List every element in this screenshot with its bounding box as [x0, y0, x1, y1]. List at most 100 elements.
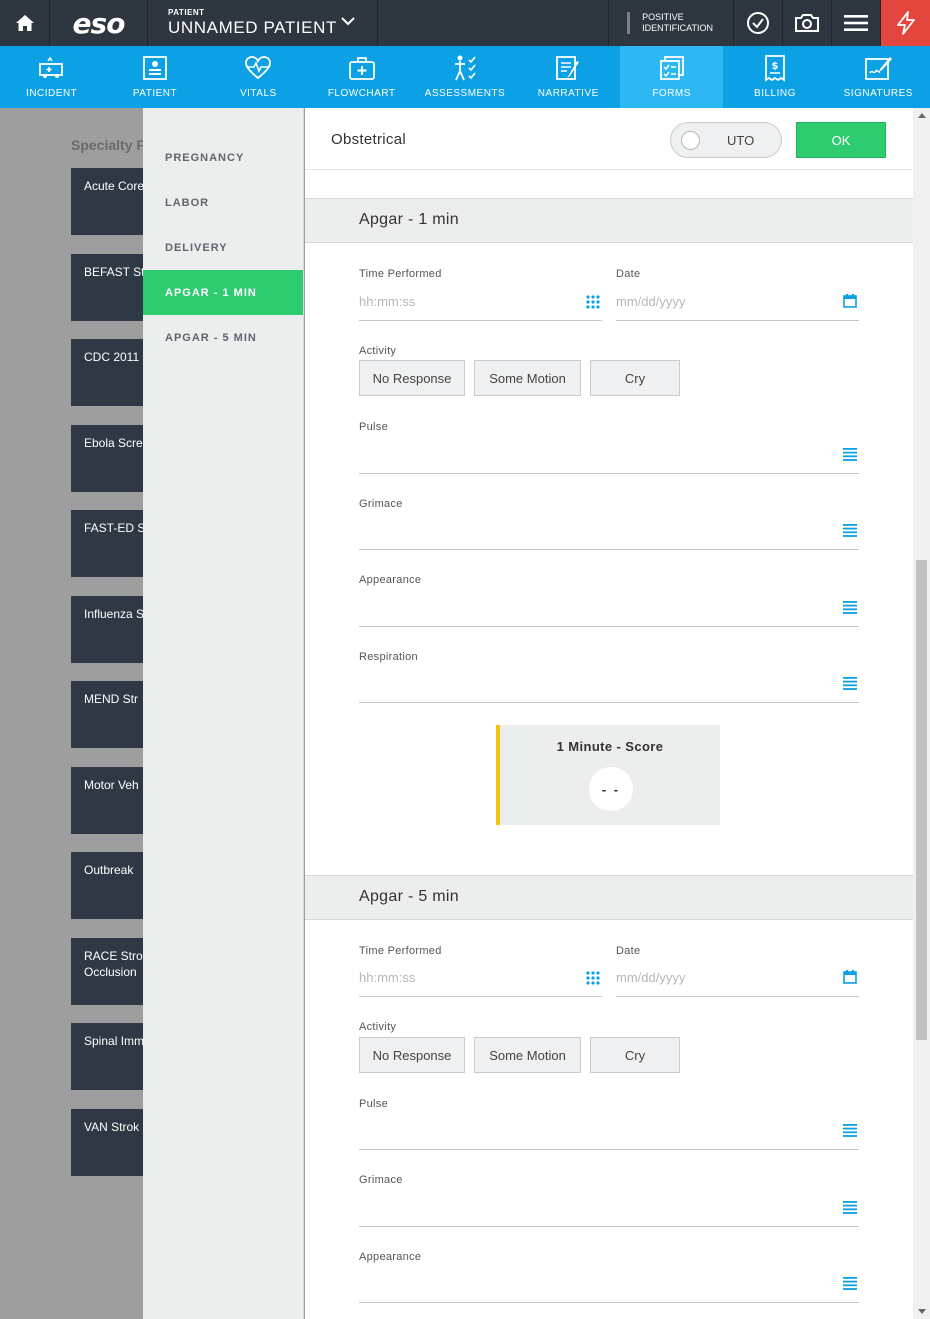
section-title: Apgar - 1 min: [359, 211, 459, 228]
camera-icon: [795, 14, 819, 32]
time-performed-label: Time Performed: [359, 268, 442, 280]
patient-selector[interactable]: PATIENT UNNAMED PATIENT: [148, 0, 378, 46]
validate-button[interactable]: [734, 0, 783, 46]
body-checklist-icon: [454, 55, 476, 81]
activity-no-response-button[interactable]: No Response: [359, 360, 465, 396]
nav-vitals[interactable]: VITALS: [207, 46, 310, 108]
notepad-icon: [556, 56, 580, 80]
menu-icon: [844, 15, 868, 31]
section-nav-pregnancy[interactable]: PREGNANCY: [143, 135, 303, 180]
ok-button[interactable]: OK: [796, 122, 886, 158]
signature-icon: [865, 57, 893, 80]
chevron-down-icon: [341, 17, 355, 26]
alert-button[interactable]: [881, 0, 930, 46]
score-value: - -: [589, 767, 633, 811]
date-input[interactable]: mm/dd/yyyy: [616, 294, 685, 309]
grimace-label: Grimace: [359, 498, 403, 510]
nav-signatures[interactable]: SIGNATURES: [827, 46, 930, 108]
heart-pulse-icon: [245, 56, 272, 80]
nav-patient[interactable]: PATIENT: [103, 46, 206, 108]
pulse-label: Pulse: [359, 421, 389, 433]
section-header-apgar-5-min: Apgar - 5 min: [305, 875, 913, 920]
activity-label: Activity: [359, 345, 397, 357]
nav-forms[interactable]: FORMS: [619, 46, 724, 108]
uto-toggle[interactable]: UTO: [670, 122, 782, 158]
billing-icon: $: [765, 55, 785, 82]
home-icon: [15, 15, 34, 31]
list-icon[interactable]: [843, 1124, 857, 1137]
camera-button[interactable]: [783, 0, 832, 46]
respiration-label: Respiration: [359, 651, 418, 663]
list-icon[interactable]: [843, 1277, 857, 1290]
form-header: Obstetrical UTO OK: [305, 108, 913, 170]
activity-label: Activity: [359, 1021, 397, 1033]
grimace-label: Grimace: [359, 1174, 403, 1186]
pulse-select[interactable]: [359, 1149, 859, 1150]
list-icon[interactable]: [843, 448, 857, 461]
top-bar: eso PATIENT UNNAMED PATIENT POSITIVE IDE…: [0, 0, 930, 46]
nav-assessments[interactable]: ASSESSMENTS: [413, 46, 516, 108]
list-icon[interactable]: [843, 524, 857, 537]
score-card: 1 Minute - Score - -: [496, 725, 720, 825]
appearance-label: Appearance: [359, 574, 422, 586]
toggle-knob: [681, 131, 700, 150]
time-performed-input[interactable]: hh:mm:ss: [359, 970, 415, 985]
grimace-select[interactable]: [359, 1226, 859, 1227]
appearance-select[interactable]: [359, 1302, 859, 1303]
medkit-icon: [348, 57, 375, 80]
eso-logo: eso: [50, 0, 148, 46]
activity-no-response-button[interactable]: No Response: [359, 1037, 465, 1073]
section-title: Apgar - 5 min: [359, 888, 459, 905]
appearance-label: Appearance: [359, 1251, 422, 1263]
list-icon[interactable]: [843, 1201, 857, 1214]
section-nav-labor[interactable]: LABOR: [143, 180, 303, 225]
calendar-icon[interactable]: [843, 970, 857, 984]
activity-cry-button[interactable]: Cry: [590, 360, 680, 396]
pulse-select[interactable]: [359, 473, 859, 474]
keypad-icon[interactable]: [586, 295, 600, 309]
main-nav: INCIDENT PATIENT VITALS FLOWCHART ASSESS…: [0, 46, 930, 108]
scrollbar[interactable]: [913, 108, 930, 1319]
form-title: Obstetrical: [331, 131, 406, 148]
svg-text:$: $: [771, 61, 778, 72]
ambulance-icon: [38, 56, 63, 78]
home-button[interactable]: [0, 0, 50, 46]
scroll-up-arrow[interactable]: [918, 113, 926, 118]
scroll-down-arrow[interactable]: [918, 1309, 926, 1314]
section-nav-apgar-5-min[interactable]: APGAR - 5 MIN: [143, 315, 303, 360]
respiration-select[interactable]: [359, 702, 859, 703]
time-performed-input[interactable]: hh:mm:ss: [359, 294, 415, 309]
form-panel: Obstetrical UTO OK Apgar - 1 min Time Pe…: [305, 108, 913, 1319]
lightning-icon: [896, 11, 915, 35]
nav-narrative[interactable]: NARRATIVE: [517, 46, 620, 108]
scrollbar-thumb[interactable]: [916, 560, 927, 1040]
date-label: Date: [616, 945, 641, 957]
calendar-icon[interactable]: [843, 294, 857, 308]
grimace-select[interactable]: [359, 549, 859, 550]
activity-cry-button[interactable]: Cry: [590, 1037, 680, 1073]
list-icon[interactable]: [843, 677, 857, 690]
nav-billing[interactable]: $ BILLING: [723, 46, 826, 108]
checkmark-icon: [747, 12, 769, 34]
date-label: Date: [616, 268, 641, 280]
uto-label: UTO: [727, 133, 755, 148]
section-header-apgar-1-min: Apgar - 1 min: [305, 198, 913, 243]
forms-icon: [659, 56, 684, 80]
activity-some-motion-button[interactable]: Some Motion: [474, 1037, 581, 1073]
appearance-select[interactable]: [359, 626, 859, 627]
score-label: 1 Minute - Score: [556, 739, 664, 754]
list-icon[interactable]: [843, 601, 857, 614]
positive-identification-label: POSITIVE IDENTIFICATION: [642, 12, 713, 33]
positive-identification-button[interactable]: POSITIVE IDENTIFICATION: [608, 0, 734, 46]
menu-button[interactable]: [832, 0, 881, 46]
nav-incident[interactable]: INCIDENT: [0, 46, 103, 108]
section-nav-apgar-1-min[interactable]: APGAR - 1 MIN: [143, 270, 303, 315]
keypad-icon[interactable]: [586, 971, 600, 985]
time-performed-label: Time Performed: [359, 945, 442, 957]
section-nav-delivery[interactable]: DELIVERY: [143, 225, 303, 270]
form-section-nav: PREGNANCY LABOR DELIVERY APGAR - 1 MIN A…: [143, 108, 304, 1319]
date-input[interactable]: mm/dd/yyyy: [616, 970, 685, 985]
activity-some-motion-button[interactable]: Some Motion: [474, 360, 581, 396]
nav-flowchart[interactable]: FLOWCHART: [310, 46, 413, 108]
background-section-title: Specialty F: [71, 137, 145, 153]
